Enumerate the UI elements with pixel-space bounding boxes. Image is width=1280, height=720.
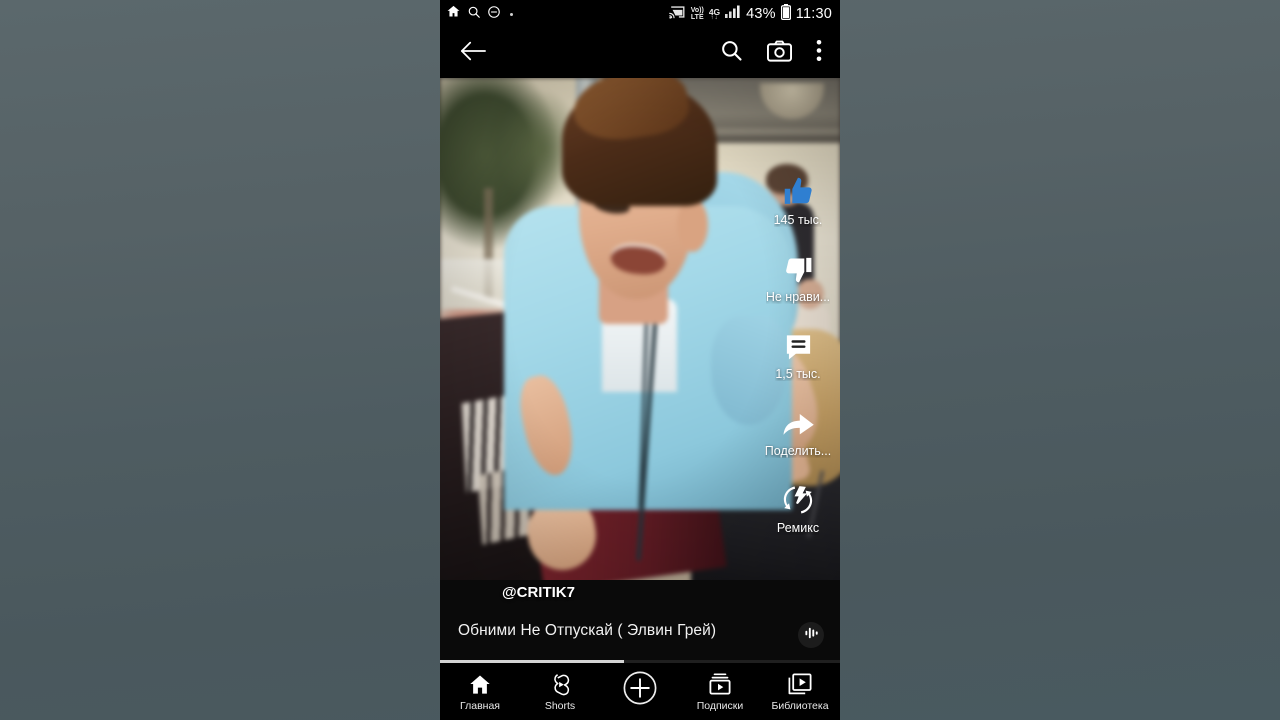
status-bar-right: Vo)) LTE 4G ↑↓ 43% 11:30 (668, 3, 832, 25)
comment-icon (783, 328, 814, 362)
network-type-icon: 4G ↑↓ (708, 6, 721, 21)
nav-item-shorts[interactable]: Shorts (520, 671, 600, 712)
comments-button[interactable]: 1,5 тыс. (756, 328, 840, 381)
audio-wave-icon (804, 626, 819, 645)
search-icon (467, 5, 481, 24)
video-progress-bar[interactable] (440, 660, 840, 663)
screen-root: Vo)) LTE 4G ↑↓ 43% 11:30 145 тыс. Не нра… (0, 0, 1280, 720)
back-button[interactable] (460, 40, 486, 67)
remix-label: Ремикс (776, 521, 820, 535)
dislike-button[interactable]: Не нрави... (756, 251, 840, 304)
phone-viewport: Vo)) LTE 4G ↑↓ 43% 11:30 145 тыс. Не нра… (440, 0, 840, 720)
video-progress-fill (440, 660, 624, 663)
status-bar: Vo)) LTE 4G ↑↓ 43% 11:30 (440, 0, 840, 28)
nav-label-home: Главная (460, 700, 500, 712)
signal-bars-icon (725, 5, 741, 23)
like-button[interactable]: 145 тыс. (756, 174, 840, 227)
clock: 11:30 (795, 6, 832, 22)
library-icon (788, 671, 812, 697)
scene-singer (504, 78, 798, 561)
nav-item-create[interactable] (600, 671, 680, 708)
share-label: Поделить... (764, 444, 832, 458)
more-vertical-icon (816, 39, 822, 67)
audio-track-button[interactable] (798, 622, 824, 648)
remix-icon (782, 482, 814, 516)
battery-icon (780, 3, 791, 25)
top-toolbar-actions (720, 39, 840, 67)
do-not-disturb-icon (487, 5, 501, 24)
status-bar-left (446, 4, 513, 24)
nav-item-library[interactable]: Библиотека (760, 671, 840, 712)
like-count: 145 тыс. (773, 213, 823, 227)
home-icon (469, 671, 491, 697)
shorts-icon (549, 671, 572, 697)
home-icon (446, 4, 461, 24)
nav-item-subscriptions[interactable]: Подписки (680, 671, 760, 712)
video-meta-strip: @CRITIK7 Обними Не Отпускай ( Элвин Грей… (440, 580, 840, 663)
notification-dot (510, 12, 513, 16)
remix-button[interactable]: Ремикс (756, 482, 840, 535)
channel-handle[interactable]: @CRITIK7 (502, 584, 575, 601)
cast-icon (668, 5, 686, 24)
share-button[interactable]: Поделить... (756, 405, 840, 458)
shorts-action-rail: 145 тыс. Не нрави... 1,5 тыс. Поделить..… (756, 78, 840, 580)
camera-button[interactable] (767, 40, 792, 67)
subscriptions-icon (708, 671, 732, 697)
bottom-navigation: Главная Shorts Подписки Библиотека (440, 666, 840, 720)
camera-icon (767, 40, 792, 67)
search-button[interactable] (720, 39, 743, 67)
thumbs-down-icon (783, 251, 814, 285)
nav-item-home[interactable]: Главная (440, 671, 520, 712)
dislike-label: Не нрави... (765, 290, 831, 304)
share-arrow-icon (782, 405, 815, 439)
comment-count: 1,5 тыс. (775, 367, 821, 381)
back-arrow-icon (460, 40, 486, 67)
search-icon (720, 39, 743, 67)
more-options-button[interactable] (816, 39, 822, 67)
nav-label-subscriptions: Подписки (696, 700, 744, 712)
battery-percent: 43% (746, 6, 776, 22)
volte-icon: Vo)) LTE (690, 7, 704, 21)
top-toolbar (440, 28, 840, 78)
nav-label-library: Библиотека (771, 700, 829, 712)
thumbs-up-icon (782, 174, 815, 208)
video-title[interactable]: Обними Не Отпускай ( Элвин Грей) (458, 622, 716, 640)
plus-circle-icon (623, 671, 657, 705)
nav-label-shorts: Shorts (544, 700, 576, 712)
